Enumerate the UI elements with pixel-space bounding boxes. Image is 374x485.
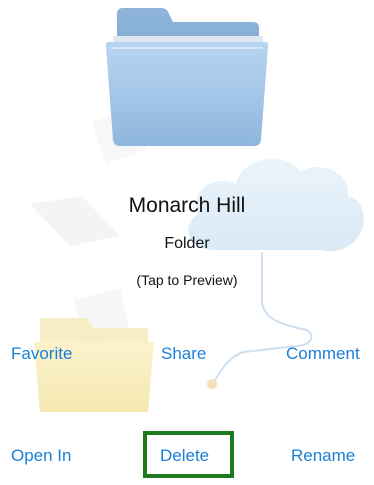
comment-button[interactable]: Comment (286, 344, 360, 364)
open-in-button[interactable]: Open In (11, 446, 72, 466)
tap-to-preview-hint[interactable]: (Tap to Preview) (0, 272, 374, 288)
rename-button[interactable]: Rename (291, 446, 355, 466)
file-info-screen: Monarch Hill Folder (Tap to Preview) Fav… (0, 0, 374, 485)
folder-icon (105, 8, 269, 146)
item-kind: Folder (164, 235, 210, 252)
yellow-folder-icon (34, 318, 154, 412)
item-name: Monarch Hill (128, 194, 246, 217)
share-button[interactable]: Share (161, 344, 206, 364)
favorite-button[interactable]: Favorite (11, 344, 72, 364)
delete-button[interactable]: Delete (160, 446, 209, 466)
